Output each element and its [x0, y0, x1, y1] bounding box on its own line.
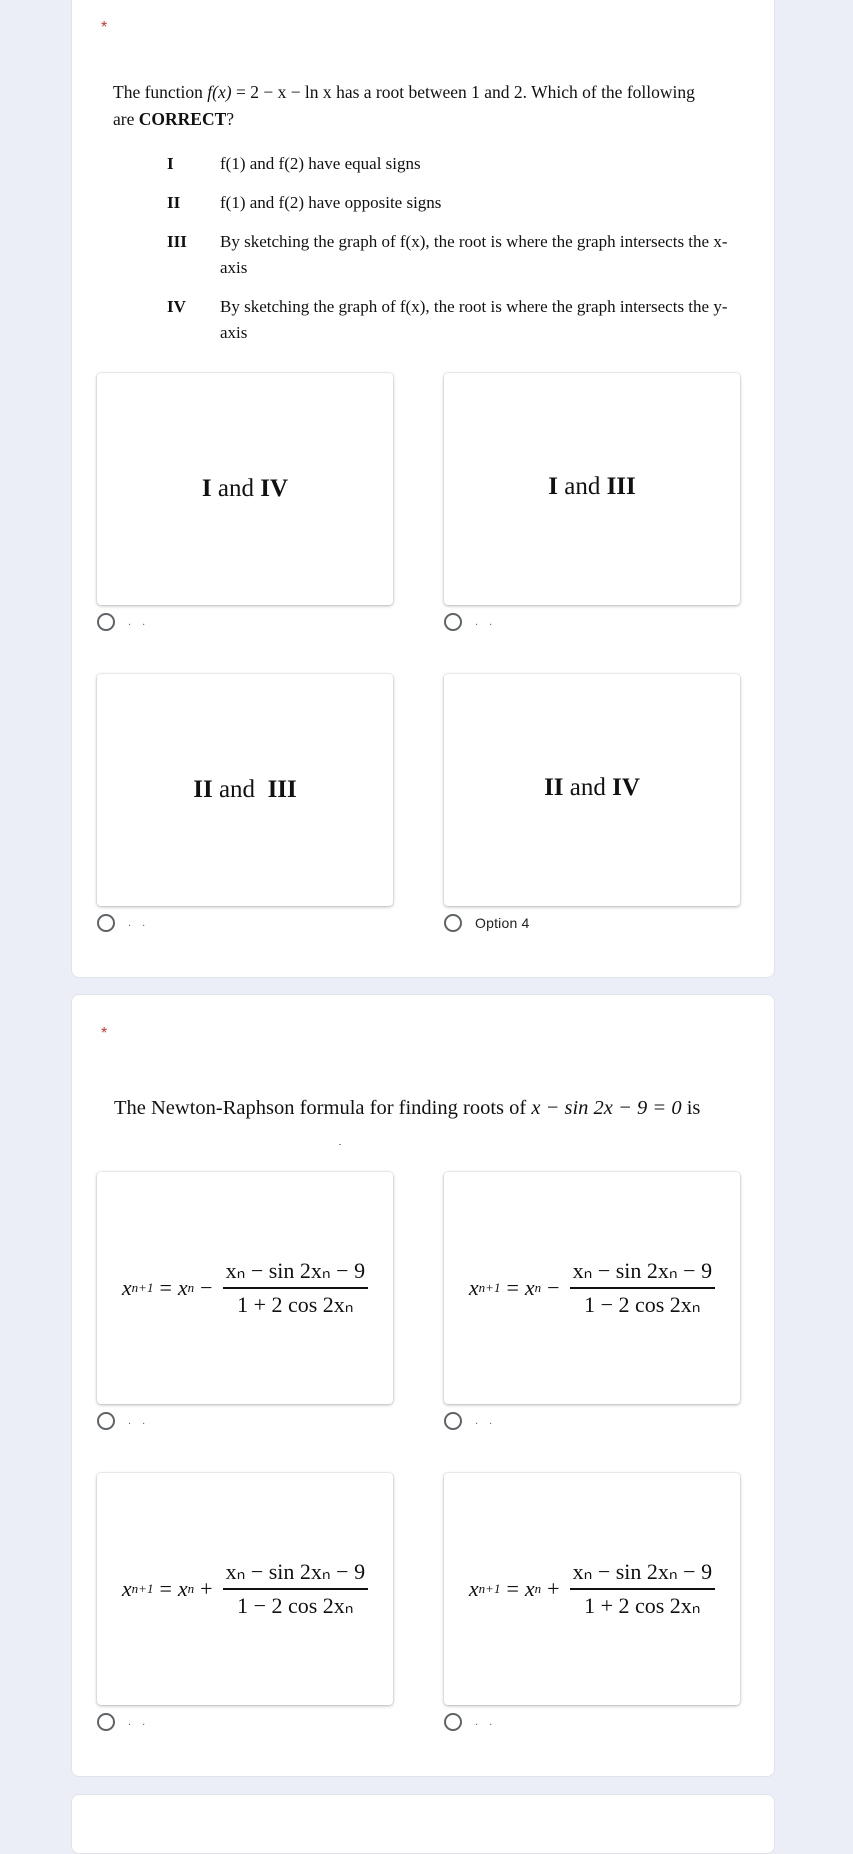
option-radio-row[interactable]: . .: [97, 1710, 149, 1734]
option-image-text: I and III: [548, 473, 636, 500]
option-image-text: I and IV: [201, 475, 289, 502]
statement-numeral: II: [167, 193, 181, 212]
formula: x n+1 = xn − xₙ − sin 2xₙ − 9 1 − 2 cos 2…: [469, 1258, 716, 1318]
option-image[interactable]: x n+1 = xn + xₙ − sin 2xₙ − 9 1 + 2 cos 2…: [444, 1473, 740, 1705]
fraction: xₙ − sin 2xₙ − 9 1 + 2 cos 2xₙ: [569, 1559, 716, 1619]
option-image-text: II and IV: [544, 774, 640, 801]
option-image[interactable]: x n+1 = xn + xₙ − sin 2xₙ − 9 1 − 2 cos 2…: [97, 1473, 393, 1705]
question-text-part: are: [113, 109, 139, 129]
formula: x n+1 = xn + xₙ − sin 2xₙ − 9 1 − 2 cos 2…: [122, 1559, 369, 1619]
question-text-part: The function: [113, 82, 208, 102]
option-radio-row[interactable]: . .: [97, 610, 149, 634]
option-radio-row[interactable]: . .: [444, 610, 496, 634]
question-text-part: The Newton-Raphson formula for finding r…: [114, 1097, 532, 1119]
function-equation: = 2 − x − ln x: [235, 82, 332, 102]
option-image[interactable]: II and IV: [444, 674, 740, 906]
option-label: . .: [128, 1716, 150, 1728]
option-radio-row[interactable]: . .: [97, 911, 149, 935]
question-card-1: * The function f(x) = 2 − x − ln x has a…: [71, 0, 775, 978]
formula: x n+1 = xn + xₙ − sin 2xₙ − 9 1 + 2 cos 2…: [469, 1559, 716, 1619]
formula: x n+1 = xn − xₙ − sin 2xₙ − 9 1 + 2 cos 2…: [122, 1258, 369, 1318]
radio-button[interactable]: [444, 914, 462, 932]
option-radio-row[interactable]: . .: [444, 1710, 496, 1734]
radio-button[interactable]: [97, 1412, 115, 1430]
statement-list: I f(1) and f(2) have equal signs II f(1)…: [167, 151, 747, 359]
question-text-part: ?: [226, 109, 235, 129]
required-asterisk: *: [101, 19, 108, 36]
question-text: The function f(x) = 2 − x − ln x has a r…: [113, 79, 753, 133]
radio-button[interactable]: [97, 613, 115, 631]
statement-numeral: IV: [167, 297, 186, 316]
statement-text: f(1) and f(2) have opposite signs: [220, 193, 442, 212]
option-image[interactable]: I and IV: [97, 373, 393, 605]
option-label: Option 4: [475, 915, 530, 931]
question-text: The Newton-Raphson formula for finding r…: [114, 1095, 754, 1122]
option-radio-row[interactable]: Option 4: [444, 911, 530, 935]
option-image[interactable]: x n+1 = xn − xₙ − sin 2xₙ − 9 1 + 2 cos 2…: [97, 1172, 393, 1404]
radio-button[interactable]: [444, 1713, 462, 1731]
option-image[interactable]: I and III: [444, 373, 740, 605]
statement-text: By sketching the graph of f(x), the root…: [220, 297, 728, 342]
option-label: . .: [128, 1415, 150, 1427]
statement-text: By sketching the graph of f(x), the root…: [220, 232, 728, 277]
statement-item: II f(1) and f(2) have opposite signs: [167, 190, 747, 216]
function-notation: f(x): [207, 82, 232, 102]
option-label: . .: [475, 616, 497, 628]
statement-numeral: I: [167, 154, 174, 173]
radio-button[interactable]: [444, 613, 462, 631]
option-label: . .: [128, 917, 150, 929]
option-radio-row[interactable]: . .: [444, 1409, 496, 1433]
statement-numeral: III: [167, 232, 187, 251]
option-label: . .: [475, 1716, 497, 1728]
statement-text: f(1) and f(2) have equal signs: [220, 154, 421, 173]
radio-button[interactable]: [97, 914, 115, 932]
emphasis-correct: CORRECT: [138, 109, 227, 129]
question-text-part: has a root between 1 and 2. Which of the…: [336, 82, 695, 102]
option-radio-row[interactable]: . .: [97, 1409, 149, 1433]
fraction: xₙ − sin 2xₙ − 9 1 + 2 cos 2xₙ: [222, 1258, 369, 1318]
required-asterisk: *: [101, 1025, 108, 1042]
statement-item: I f(1) and f(2) have equal signs: [167, 151, 747, 177]
stray-mark: [339, 1144, 341, 1145]
statement-item: IV By sketching the graph of f(x), the r…: [167, 294, 747, 346]
option-label: . .: [475, 1415, 497, 1427]
option-image[interactable]: II and III: [97, 674, 393, 906]
question-card-3: [71, 1794, 775, 1854]
fraction: xₙ − sin 2xₙ − 9 1 − 2 cos 2xₙ: [569, 1258, 716, 1318]
statement-item: III By sketching the graph of f(x), the …: [167, 229, 747, 281]
question-card-2: * The Newton-Raphson formula for finding…: [71, 994, 775, 1777]
option-label: . .: [128, 616, 150, 628]
equation: x − sin 2x − 9 = 0: [531, 1097, 682, 1119]
option-image[interactable]: x n+1 = xn − xₙ − sin 2xₙ − 9 1 − 2 cos 2…: [444, 1172, 740, 1404]
radio-button[interactable]: [444, 1412, 462, 1430]
fraction: xₙ − sin 2xₙ − 9 1 − 2 cos 2xₙ: [222, 1559, 369, 1619]
option-image-text: II and III: [193, 776, 297, 803]
radio-button[interactable]: [97, 1713, 115, 1731]
question-text-part: is: [681, 1097, 701, 1119]
